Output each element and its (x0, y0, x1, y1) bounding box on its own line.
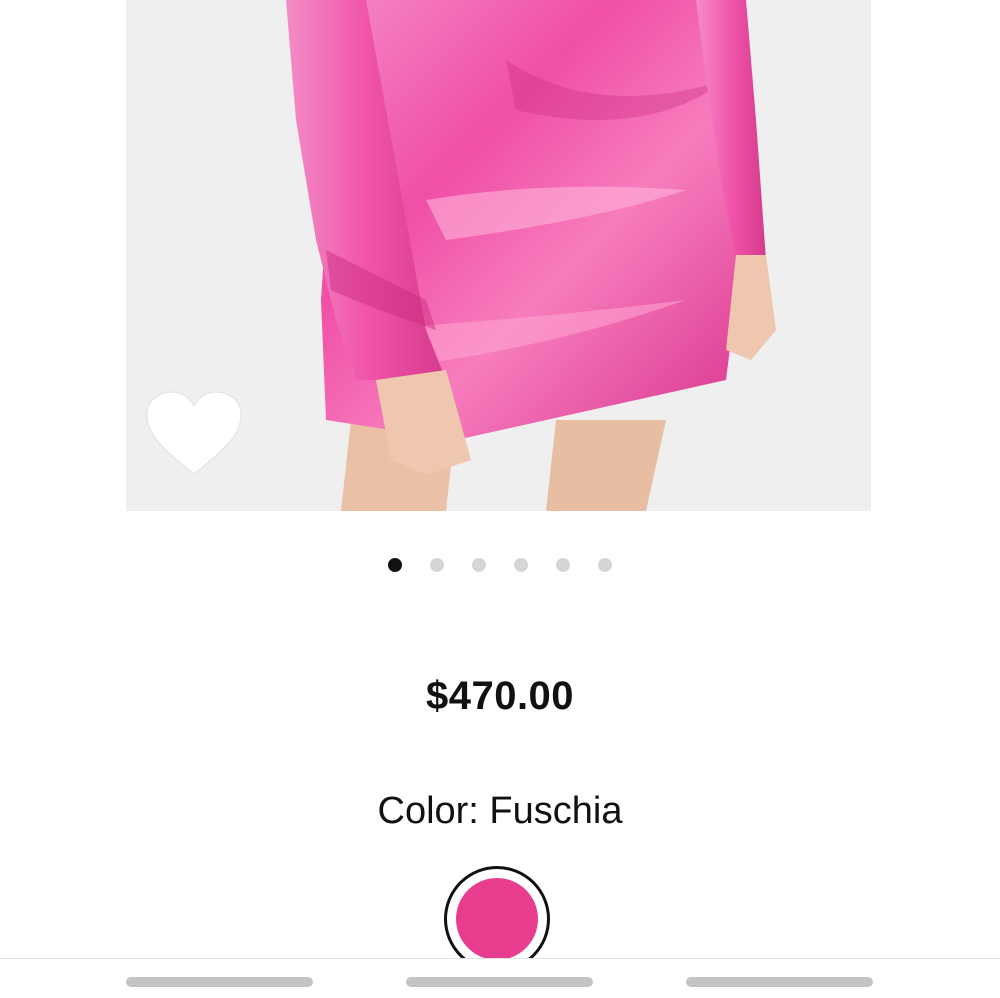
carousel-dot-3[interactable] (472, 558, 486, 572)
favorite-button[interactable] (144, 390, 244, 480)
bottom-handle-left[interactable] (126, 977, 313, 987)
carousel-dot-6[interactable] (598, 558, 612, 572)
bottom-handle-center[interactable] (406, 977, 593, 987)
color-swatch-selected[interactable] (444, 866, 550, 972)
product-image[interactable] (126, 0, 871, 511)
color-swatch-fill (456, 878, 538, 960)
carousel-dot-4[interactable] (514, 558, 528, 572)
bottom-handle-right[interactable] (686, 977, 873, 987)
carousel-dot-2[interactable] (430, 558, 444, 572)
product-price: $470.00 (425, 674, 575, 718)
heart-icon (146, 391, 242, 475)
bottom-bar (0, 958, 1000, 998)
carousel-dot-1[interactable] (388, 558, 402, 572)
carousel-dot-5[interactable] (556, 558, 570, 572)
carousel-indicator (0, 558, 1000, 572)
color-label: Color: Fuschia (377, 790, 623, 832)
product-page: $470.00 Color: Fuschia (0, 0, 1000, 998)
